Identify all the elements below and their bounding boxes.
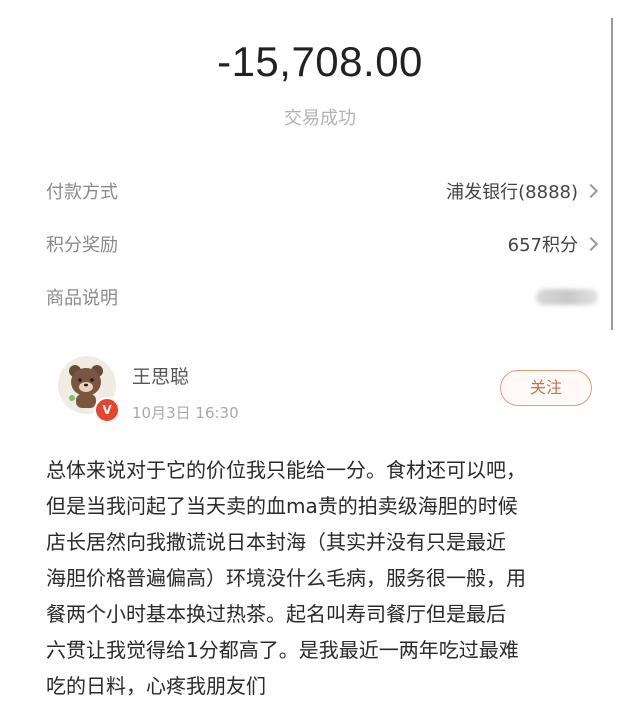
review-line: 总体来说对于它的价位我只能给一分。食材还可以吧， (46, 458, 526, 482)
product-description-blurred-value (536, 289, 598, 305)
transaction-amount: -15,708.00 (217, 38, 423, 85)
points-reward-row[interactable]: 积分奖励 657积分 (46, 227, 599, 261)
chevron-right-icon (583, 183, 599, 199)
follow-button[interactable]: 关注 (500, 370, 592, 406)
review-text: 总体来说对于它的价位我只能给一分。食材还可以吧， 但是当我问起了当天卖的血ma贵… (46, 452, 606, 704)
post-timestamp: 10月3日 16:30 (132, 404, 239, 422)
review-line: 店长居然向我撒谎说日本封海（其实并没有只是最近 (46, 530, 506, 554)
reviewer-name[interactable]: 王思聪 (132, 362, 189, 389)
transaction-status: 交易成功 (284, 108, 356, 129)
review-line: 但是当我问起了当天卖的血ma贵的拍卖级海胆的时候 (46, 494, 518, 518)
product-description-row: 商品说明 (46, 280, 598, 314)
product-description-label: 商品说明 (46, 288, 118, 309)
verified-badge: V (94, 397, 120, 423)
points-reward-value: 657积分 (507, 235, 578, 256)
payment-method-value: 浦发银行(8888) (446, 182, 578, 203)
review-line: 六贯让我觉得给1分都高了。是我最近一两年吃过最难 (46, 638, 519, 662)
payment-method-label: 付款方式 (46, 182, 118, 203)
payment-method-row[interactable]: 付款方式 浦发银行(8888) (46, 174, 599, 208)
chevron-right-icon (583, 236, 599, 252)
review-line: 餐两个小时基本换过热茶。起名叫寿司餐厅但是最后 (46, 602, 506, 626)
review-line: 海胆价格普遍偏高）环境没什么毛病，服务很一般，用 (46, 566, 526, 590)
review-line: 吃的日料，心疼我朋友们 (46, 674, 266, 698)
points-reward-label: 积分奖励 (46, 235, 118, 256)
